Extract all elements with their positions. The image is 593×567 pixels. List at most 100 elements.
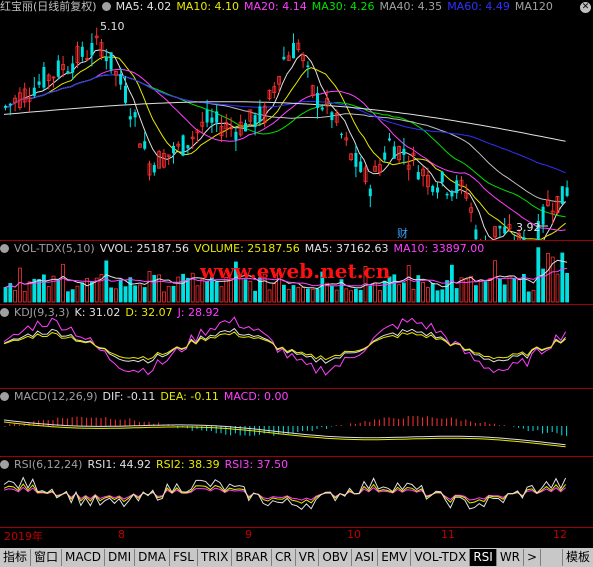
- candle-body: [128, 116, 132, 120]
- axis-label-11: 11: [441, 528, 455, 541]
- volume-bar: [517, 278, 521, 303]
- k-label: K: 31.02: [74, 306, 121, 319]
- volume-bar: [425, 287, 430, 303]
- ma10-label: MA10: 4.10: [176, 0, 240, 13]
- volume-bar: [152, 274, 157, 303]
- watermark-text: www.eweb.net.cn: [200, 259, 391, 283]
- volume-bar: [281, 284, 286, 303]
- indicator-menu-icon[interactable]: [101, 2, 111, 11]
- candle-body: [215, 111, 219, 123]
- tab-17[interactable]: 模板: [561, 549, 593, 566]
- volume-bar: [296, 287, 301, 303]
- candle-body: [320, 107, 324, 110]
- volume-bar: [392, 274, 397, 303]
- volume-bar: [502, 284, 507, 303]
- tab-7[interactable]: BRAR: [232, 549, 273, 566]
- candle-body: [474, 229, 478, 240]
- tab-15[interactable]: WR: [497, 549, 525, 566]
- volume-bar: [344, 288, 349, 303]
- macd-header: MACD(12,26,9) DIF: -0.11 DEA: -0.11 MACD: 0…: [0, 390, 593, 404]
- volume-bar: [253, 290, 258, 303]
- tab-8[interactable]: CR: [272, 549, 296, 566]
- tab-2[interactable]: MACD: [62, 549, 106, 566]
- candle-body: [181, 135, 185, 156]
- candle-body: [119, 74, 123, 85]
- volume-bar: [13, 289, 18, 303]
- tab-1[interactable]: 窗口: [31, 549, 63, 566]
- tab-5[interactable]: FSL: [170, 549, 198, 566]
- tab-13[interactable]: VOL-TDX: [411, 549, 471, 566]
- volume-bar: [411, 288, 416, 303]
- volume-bar: [373, 282, 378, 303]
- candle-body: [292, 42, 295, 59]
- vol-ma10-label: MA10: 33897.00: [393, 242, 485, 255]
- volume-bar: [166, 285, 171, 303]
- kdj-pane: KDJ(9,3,3) K: 31.02 D: 32.07 J: 28.92: [0, 306, 593, 388]
- kdj-j-line: [3, 316, 567, 376]
- volume-bar: [421, 282, 426, 303]
- volume-bar: [555, 273, 560, 303]
- volume-bar: [176, 276, 181, 303]
- indicator-menu-icon[interactable]: [0, 392, 9, 401]
- volume-bar: [512, 278, 517, 303]
- volume-bar: [497, 278, 502, 303]
- candle-body: [109, 52, 113, 70]
- rsi1-label: RSI1: 44.92: [87, 458, 152, 471]
- tab-11[interactable]: ASI: [352, 549, 379, 566]
- macd-pane: MACD(12,26,9) DIF: -0.11 DEA: -0.11 MACD: 0…: [0, 390, 593, 456]
- volume-bar: [401, 282, 406, 303]
- tab-0[interactable]: 指标: [0, 549, 32, 566]
- ma40-line: [3, 74, 566, 203]
- kdj-k-line: [3, 327, 566, 364]
- rsi-name: RSI(6,12,24): [14, 458, 83, 471]
- axis-label-10: 10: [347, 528, 361, 541]
- tab-16[interactable]: >: [524, 549, 542, 566]
- ma5-line: [3, 49, 566, 240]
- volume-bar: [406, 265, 411, 303]
- axis-label-year: 2019年: [4, 530, 43, 543]
- tab-9[interactable]: VR: [296, 549, 320, 566]
- finance-marker[interactable]: 财: [397, 225, 408, 240]
- tab-4[interactable]: DMA: [135, 549, 170, 566]
- candle-body: [234, 131, 238, 140]
- candle-body: [205, 109, 209, 123]
- vol-ma5-label: MA5: 37162.63: [304, 242, 389, 255]
- candle-body: [445, 193, 449, 196]
- candle-body: [316, 92, 319, 108]
- candle-body: [282, 56, 286, 60]
- volume-bar: [473, 285, 478, 303]
- ma30-line: [3, 74, 566, 218]
- volume-bar: [291, 285, 296, 303]
- candle-body: [359, 161, 363, 173]
- vvol-label: VVOL: 25187.56: [99, 242, 190, 255]
- volume-bar: [17, 267, 22, 303]
- volume-bar: [195, 285, 200, 303]
- volume-bar: [171, 285, 176, 303]
- candle-body: [80, 46, 84, 57]
- candle-body: [340, 133, 343, 135]
- indicator-menu-icon[interactable]: [0, 244, 9, 253]
- candle-body: [565, 187, 569, 196]
- candle-body: [8, 103, 12, 106]
- volume-bar: [397, 284, 402, 303]
- tab-10[interactable]: OBV: [319, 549, 352, 566]
- tab-3[interactable]: DMI: [105, 549, 136, 566]
- macd-value-label: MACD: 0.00: [223, 390, 289, 403]
- kdj-name: KDJ(9,3,3): [14, 306, 70, 319]
- j-label: J: 28.92: [177, 306, 220, 319]
- volume-bar: [133, 285, 138, 303]
- volume-bar: [478, 279, 483, 303]
- tab-12[interactable]: EMV: [378, 549, 412, 566]
- volume-bar: [310, 288, 315, 303]
- tab-14[interactable]: RSI: [470, 549, 497, 566]
- candle-body: [253, 115, 257, 128]
- tab-6[interactable]: TRIX: [198, 549, 233, 566]
- indicator-menu-icon[interactable]: [0, 308, 9, 317]
- candle-body: [258, 106, 262, 122]
- indicator-menu-icon[interactable]: [0, 460, 9, 469]
- low-price-label: 3.92: [516, 221, 541, 234]
- candle-body: [124, 85, 127, 103]
- candle-body: [450, 190, 454, 197]
- volume-bar: [531, 289, 536, 303]
- candle-body: [104, 56, 108, 62]
